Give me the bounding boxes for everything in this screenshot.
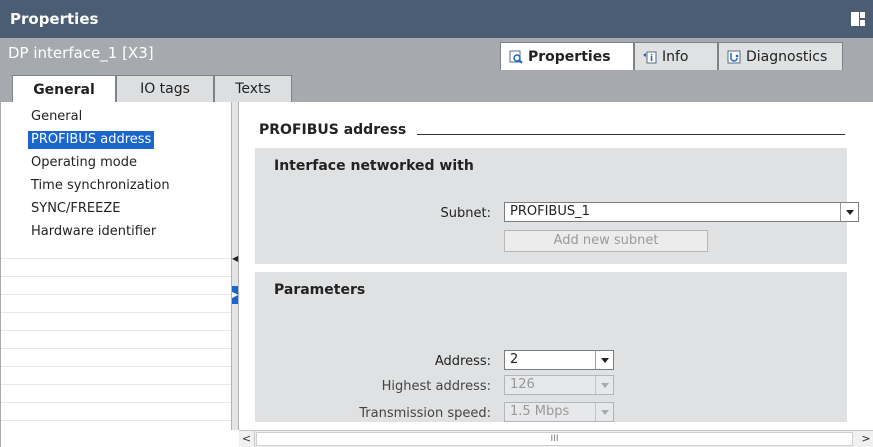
tab-diagnostics-label: Diagnostics	[746, 48, 828, 65]
address-label: Address:	[434, 354, 491, 369]
highest-address-label: Highest address:	[381, 379, 491, 394]
tab-diagnostics[interactable]: Diagnostics	[718, 42, 843, 70]
parameters-group: Parameters Address: 2 Highest address: 1…	[255, 272, 847, 422]
float-panel-icon[interactable]	[851, 12, 865, 26]
chevron-down-icon	[595, 403, 613, 421]
nav-item-sync-freeze[interactable]: SYNC/FREEZE	[28, 200, 123, 218]
splitter[interactable]: ◀ ▶	[231, 102, 239, 430]
magnifier-icon	[509, 50, 523, 64]
subtab-general[interactable]: General	[12, 75, 116, 103]
tab-info[interactable]: i Info	[634, 42, 718, 70]
transmission-speed-label: Transmission speed:	[359, 406, 491, 421]
tab-info-label: Info	[662, 48, 689, 65]
address-value: 2	[510, 352, 519, 367]
tab-properties-label: Properties	[528, 49, 611, 65]
collapse-left-icon[interactable]: ◀	[232, 250, 238, 268]
parameters-title: Parameters	[274, 282, 366, 298]
add-new-subnet-button[interactable]: Add new subnet	[504, 230, 708, 252]
subnet-dropdown[interactable]: PROFIBUS_1	[504, 202, 859, 222]
window-title: Properties	[10, 10, 99, 28]
horizontal-scrollbar[interactable]: < III >	[239, 430, 873, 447]
highest-address-value: 126	[510, 377, 535, 392]
chevron-down-icon	[595, 376, 613, 394]
highest-address-dropdown: 126	[504, 375, 614, 395]
transmission-speed-dropdown: 1.5 Mbps	[504, 402, 614, 422]
nav-item-time-synchronization[interactable]: Time synchronization	[28, 177, 173, 195]
nav-item-general[interactable]: General	[28, 108, 85, 126]
scroll-right-icon[interactable]: >	[858, 431, 873, 447]
inspector-header: DP interface_1 [X3] Properties i Info Di…	[0, 38, 873, 71]
nav-item-operating-mode[interactable]: Operating mode	[28, 154, 140, 172]
interface-networked-group: Interface networked with Subnet: PROFIBU…	[255, 148, 859, 264]
interface-networked-title: Interface networked with	[274, 158, 474, 174]
chevron-down-icon[interactable]	[595, 351, 613, 369]
address-dropdown[interactable]: 2	[504, 350, 614, 370]
subtab-texts[interactable]: Texts	[214, 75, 292, 102]
transmission-speed-value: 1.5 Mbps	[510, 404, 570, 419]
tab-properties[interactable]: Properties	[500, 42, 634, 71]
nav-item-hardware-identifier[interactable]: Hardware identifier	[28, 223, 159, 241]
object-name: DP interface_1 [X3]	[8, 44, 154, 62]
properties-pane: PROFIBUS address Interface networked wit…	[239, 102, 873, 430]
nav-item-profibus-address[interactable]: PROFIBUS address	[28, 131, 155, 149]
subnet-label: Subnet:	[440, 206, 491, 221]
properties-titlebar: Properties	[0, 0, 873, 38]
inspector-content: General PROFIBUS address Operating mode …	[0, 102, 873, 447]
info-icon: i	[643, 50, 657, 64]
expand-right-icon[interactable]: ▶	[232, 286, 238, 304]
section-divider	[417, 134, 845, 135]
svg-text:i: i	[650, 54, 653, 64]
subtab-io-tags[interactable]: IO tags	[116, 75, 214, 102]
scroll-left-icon[interactable]: <	[239, 431, 255, 447]
subtab-bar: General IO tags Texts	[0, 70, 873, 103]
scroll-thumb[interactable]: III	[256, 432, 853, 446]
diagnostics-icon	[727, 50, 741, 64]
chevron-down-icon[interactable]	[840, 203, 858, 221]
area-navigation: General PROFIBUS address Operating mode …	[1, 102, 231, 447]
section-title: PROFIBUS address	[259, 122, 407, 138]
subnet-value: PROFIBUS_1	[510, 204, 590, 219]
